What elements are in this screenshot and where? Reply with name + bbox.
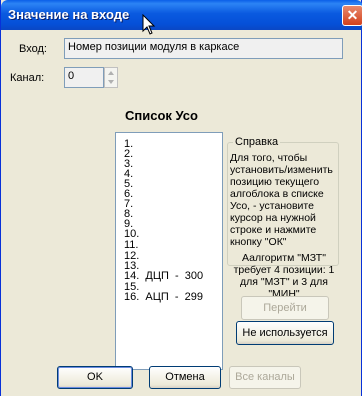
goto-button[interactable]: Перейти	[241, 296, 329, 320]
ok-button[interactable]: OK	[57, 366, 133, 389]
list-item[interactable]: 16. АЦП - 299	[124, 291, 203, 303]
help-title: Справка	[233, 136, 281, 148]
close-icon[interactable]: ✕	[342, 5, 362, 26]
spin-up-icon[interactable]	[108, 71, 114, 75]
spin-down-icon[interactable]	[108, 80, 114, 84]
help-text-1: Для того, чтобы установить/изменить пози…	[230, 152, 333, 248]
window-title: Значение на входе	[8, 7, 130, 22]
uso-listbox[interactable]: 1. 2. 3. 4. 5. 6. 7. 8. 9. 10. 11. 12. 1…	[115, 132, 223, 370]
help-text-2: Аалгоритм "МЗТ" требует 4 позиции: 1 для…	[233, 252, 335, 300]
input-field[interactable]: Номер позиции модуля в каркасе	[64, 38, 343, 59]
channel-label: Канал:	[10, 72, 45, 84]
input-label: Вход:	[19, 43, 47, 55]
uso-list-title: Список Усо	[125, 108, 198, 123]
all-channels-button[interactable]: Все каналы	[229, 366, 301, 389]
cancel-button[interactable]: Отмена	[149, 366, 221, 389]
channel-spinner[interactable]	[104, 67, 118, 88]
help-text: Для того, чтобы установить/изменить пози…	[230, 152, 338, 300]
channel-field[interactable]: 0	[64, 67, 104, 88]
not-used-button[interactable]: Не используется	[236, 321, 334, 345]
title-bar[interactable]: Значение на входе ✕	[1, 0, 362, 30]
dialog-window: Значение на входе ✕ Вход: Номер позиции …	[0, 0, 362, 396]
mouse-cursor-icon	[142, 14, 156, 35]
